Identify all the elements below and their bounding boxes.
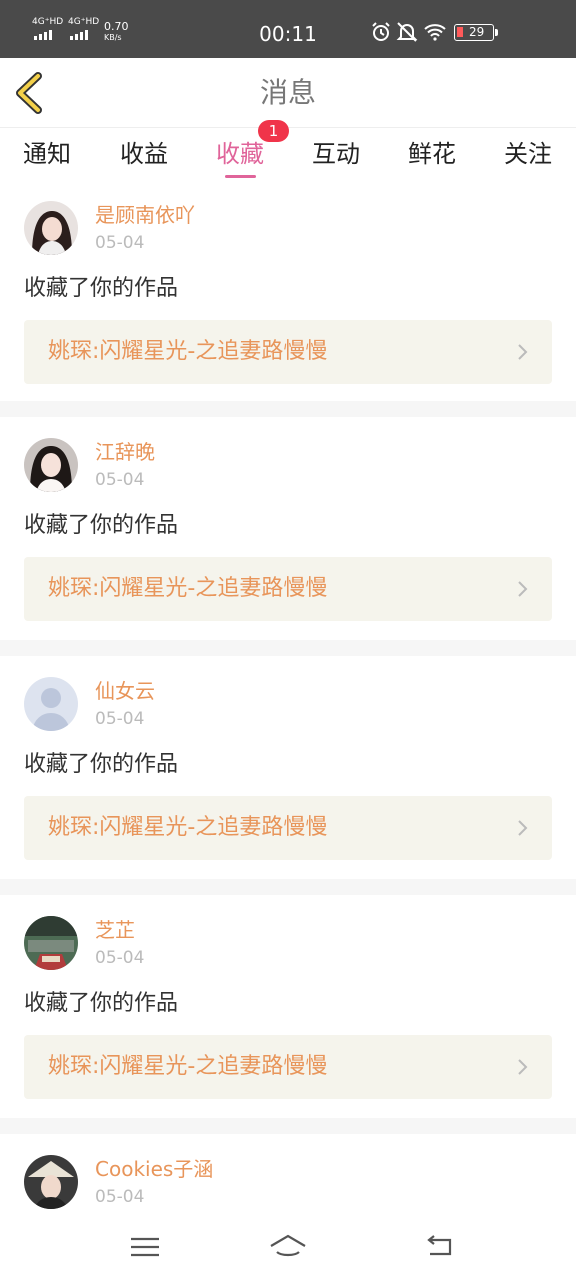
- clock: 00:11: [259, 22, 317, 46]
- mute-bell-icon: [396, 22, 418, 42]
- timestamp: 05-04: [95, 1187, 145, 1207]
- header: 消息: [0, 58, 576, 128]
- battery-level: 29: [469, 25, 485, 39]
- tab-follows[interactable]: 关注: [488, 138, 568, 170]
- chevron-right-icon: [518, 581, 528, 597]
- username[interactable]: 江辞晚: [95, 439, 155, 465]
- chevron-right-icon: [518, 1059, 528, 1075]
- home-icon[interactable]: [268, 1232, 308, 1262]
- chevron-right-icon: [518, 344, 528, 360]
- work-title: 姚琛:闪耀星光-之追妻路慢慢: [48, 1054, 328, 1079]
- battery-tip: [495, 29, 498, 36]
- timestamp: 05-04: [95, 233, 145, 253]
- timestamp: 05-04: [95, 470, 145, 490]
- avatar[interactable]: [24, 438, 78, 492]
- network-type-2: 4G⁺HD: [68, 17, 100, 27]
- list-item: 是顾南依吖 05-04 收藏了你的作品 姚琛:闪耀星光-之追妻路慢慢: [0, 180, 576, 404]
- list-item: 仙女云 05-04 收藏了你的作品 姚琛:闪耀星光-之追妻路慢慢: [0, 656, 576, 880]
- avatar[interactable]: [24, 201, 78, 255]
- list-item: 江辞晚 05-04 收藏了你的作品 姚琛:闪耀星光-之追妻路慢慢: [0, 417, 576, 641]
- divider: [0, 640, 576, 656]
- work-title: 姚琛:闪耀星光-之追妻路慢慢: [48, 815, 328, 840]
- timestamp: 05-04: [95, 709, 145, 729]
- work-link[interactable]: 姚琛:闪耀星光-之追妻路慢慢: [24, 1035, 552, 1099]
- timestamp: 05-04: [95, 948, 145, 968]
- username[interactable]: Cookies子涵: [95, 1156, 213, 1182]
- battery-icon: 29: [454, 24, 494, 41]
- network-speed-unit: KB/s: [104, 33, 122, 42]
- action-text: 收藏了你的作品: [24, 276, 179, 301]
- network-speed: 0.70: [104, 20, 129, 33]
- action-text: 收藏了你的作品: [24, 991, 179, 1016]
- work-link[interactable]: 姚琛:闪耀星光-之追妻路慢慢: [24, 320, 552, 384]
- action-text: 收藏了你的作品: [24, 752, 179, 777]
- back-nav-icon[interactable]: [420, 1232, 460, 1262]
- list-item: Cookies子涵 05-04: [0, 1134, 576, 1218]
- active-tab-indicator: [225, 175, 256, 178]
- tab-bar: 通知 收益 收藏 互动 鲜花 关注: [0, 128, 576, 180]
- work-title: 姚琛:闪耀星光-之追妻路慢慢: [48, 576, 328, 601]
- network-type-1: 4G⁺HD: [32, 17, 64, 27]
- divider: [0, 879, 576, 895]
- tab-earnings[interactable]: 收益: [104, 138, 184, 170]
- menu-icon[interactable]: [125, 1232, 165, 1262]
- divider: [0, 1118, 576, 1134]
- username[interactable]: 芝芷: [95, 917, 135, 943]
- tab-flowers[interactable]: 鲜花: [392, 138, 472, 170]
- tab-notifications[interactable]: 通知: [7, 138, 87, 170]
- wifi-icon: [424, 24, 446, 41]
- favorites-badge: 1: [258, 120, 289, 142]
- status-bar: 4G⁺HD 4G⁺HD 0.70 KB/s 00:11 29: [0, 0, 576, 58]
- work-link[interactable]: 姚琛:闪耀星光-之追妻路慢慢: [24, 557, 552, 621]
- work-title: 姚琛:闪耀星光-之追妻路慢慢: [48, 339, 328, 364]
- username[interactable]: 仙女云: [95, 678, 155, 704]
- avatar[interactable]: [24, 916, 78, 970]
- action-text: 收藏了你的作品: [24, 513, 179, 538]
- signal-icon-2: [70, 30, 88, 40]
- avatar[interactable]: [24, 1155, 78, 1209]
- alarm-icon: [372, 22, 390, 41]
- divider: [0, 401, 576, 417]
- username[interactable]: 是顾南依吖: [95, 202, 195, 228]
- system-nav-bar: [0, 1218, 576, 1280]
- chevron-right-icon: [518, 820, 528, 836]
- default-avatar[interactable]: [24, 677, 78, 731]
- signal-icon-1: [34, 30, 52, 40]
- tab-favorites[interactable]: 收藏: [200, 138, 280, 170]
- work-link[interactable]: 姚琛:闪耀星光-之追妻路慢慢: [24, 796, 552, 860]
- page-title: 消息: [259, 76, 316, 109]
- tab-interactions[interactable]: 互动: [296, 138, 376, 170]
- list-item: 芝芷 05-04 收藏了你的作品 姚琛:闪耀星光-之追妻路慢慢: [0, 895, 576, 1119]
